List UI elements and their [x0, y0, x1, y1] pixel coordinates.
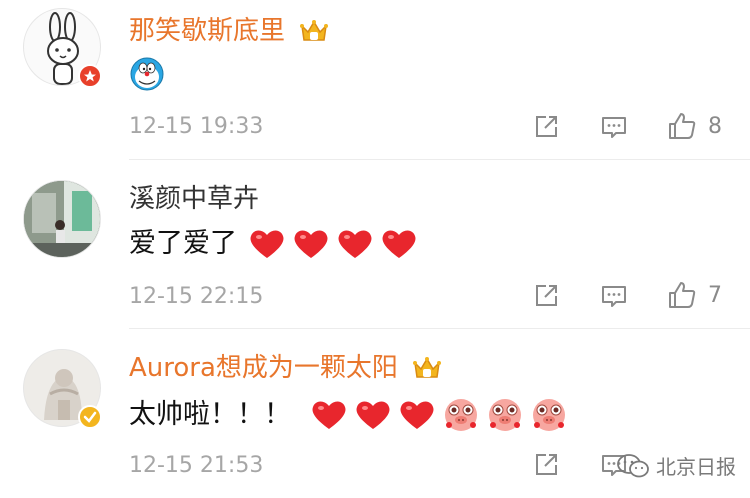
username[interactable]: Aurora想成为一颗太阳	[129, 353, 442, 383]
emoji-group	[241, 228, 417, 260]
red-heart-emoji-icon	[400, 401, 434, 429]
comment-text: 太帅啦！！！	[129, 395, 569, 435]
like-count: 8	[708, 113, 722, 139]
watermark: 北京日报	[616, 451, 736, 480]
vip-crown-icon	[300, 19, 329, 41]
red-heart-emoji-icon	[294, 230, 328, 258]
repost-button[interactable]	[532, 113, 560, 141]
watermark-text: 北京日报	[656, 455, 736, 479]
red-heart-emoji-icon	[250, 230, 284, 258]
timestamp: 12-15 19:33	[129, 114, 264, 139]
comment-item: 那笑歇斯底里 12-15 19:33 8	[0, 0, 750, 160]
comment-icon	[602, 117, 626, 138]
wechat-icon	[617, 453, 649, 477]
username-text[interactable]: Aurora想成为一颗太阳	[129, 353, 398, 383]
blushing-pig-emoji-icon	[533, 399, 565, 431]
verified-badge-icon	[78, 405, 102, 429]
avatar[interactable]	[23, 180, 101, 258]
thumbs-up-icon	[669, 113, 696, 139]
like-count: 7	[708, 282, 722, 308]
comment-icon	[602, 286, 626, 307]
comment-item: 溪颜中草卉 爱了爱了 12-15 22:15 7	[0, 160, 750, 328]
repost-button[interactable]	[532, 282, 560, 310]
red-heart-emoji-icon	[312, 401, 346, 429]
photo-avatar-icon	[24, 181, 100, 257]
like-button[interactable]: 7	[666, 279, 722, 311]
like-button[interactable]: 8	[666, 110, 722, 142]
verified-badge-icon	[78, 64, 102, 88]
username[interactable]: 溪颜中草卉	[129, 184, 259, 214]
username-text[interactable]: 溪颜中草卉	[129, 184, 259, 214]
doraemon-emoji-icon	[130, 57, 164, 91]
repost-icon	[536, 285, 557, 306]
repost-button[interactable]	[532, 451, 560, 479]
blushing-pig-emoji-icon	[489, 399, 521, 431]
red-heart-emoji-icon	[338, 230, 372, 258]
username[interactable]: 那笑歇斯底里	[129, 16, 329, 46]
comment-text: 爱了爱了	[129, 226, 417, 262]
red-heart-emoji-icon	[382, 230, 416, 258]
blushing-pig-emoji-icon	[445, 399, 477, 431]
timestamp: 12-15 21:53	[129, 453, 264, 478]
username-text[interactable]: 那笑歇斯底里	[129, 16, 285, 46]
vip-crown-icon	[413, 356, 442, 378]
emoji-group	[303, 395, 569, 435]
red-heart-emoji-icon	[356, 401, 390, 429]
repost-icon	[536, 116, 557, 137]
repost-icon	[536, 454, 557, 475]
thumbs-up-icon	[669, 282, 696, 308]
comment-button[interactable]	[600, 282, 628, 310]
comment-button[interactable]	[600, 113, 628, 141]
timestamp: 12-15 22:15	[129, 284, 264, 309]
comment-text	[129, 56, 165, 92]
